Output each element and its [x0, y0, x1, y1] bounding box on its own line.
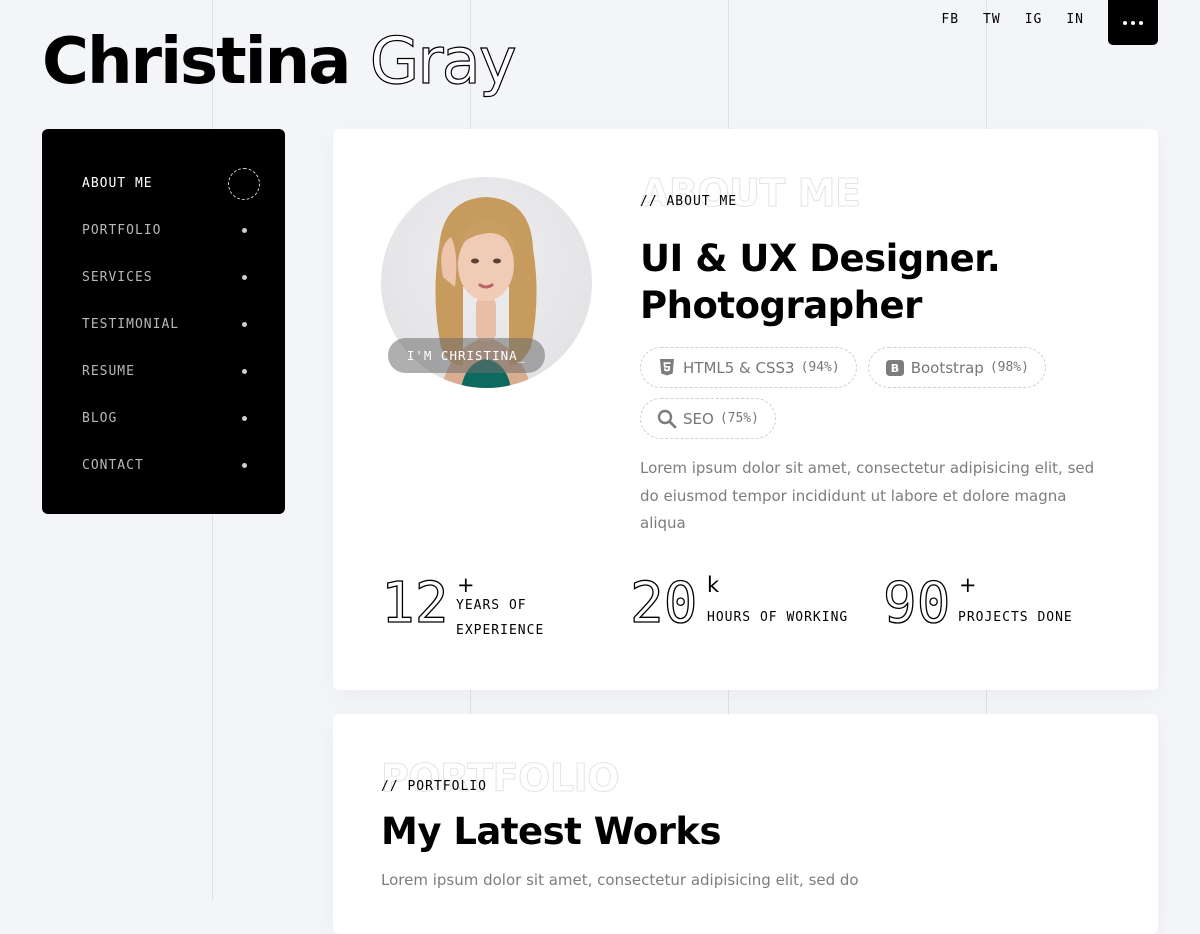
portfolio-section: PORTFOLIO // PORTFOLIO My Latest Works L…: [333, 714, 1158, 934]
linkedin-link[interactable]: IN: [1066, 12, 1084, 27]
about-section: I'M CHRISTINA_ ABOUT ME // ABOUT ME UI &…: [333, 129, 1158, 690]
nav-item-label: RESUME: [82, 364, 135, 379]
photo-caption: I'M CHRISTINA_: [388, 338, 545, 373]
about-title-line: UI & UX Designer.: [640, 237, 1001, 280]
nav-item-resume[interactable]: RESUME: [42, 348, 285, 395]
dot-icon: [242, 369, 247, 374]
skill-level: (94%): [800, 360, 840, 375]
stat-label: EXPERIENCE: [456, 623, 545, 638]
nav-item-about-me[interactable]: ABOUT ME: [42, 160, 285, 207]
dots-menu-icon: [1123, 20, 1127, 25]
dot-icon: [242, 463, 247, 468]
page: { "brand": { "first_name": "Christina", …: [0, 0, 1200, 934]
stat-label: YEARS OF: [456, 598, 527, 613]
nav-item-contact[interactable]: CONTACT: [42, 442, 285, 489]
stat-symbol: k: [707, 573, 720, 597]
skill-level: (75%): [719, 411, 759, 426]
social-links: FB TW IG IN: [941, 12, 1084, 27]
instagram-link[interactable]: IG: [1025, 12, 1043, 27]
stat-number: 12: [380, 570, 449, 636]
logo-first-name: Christina: [42, 25, 351, 99]
nav-item-label: BLOG: [82, 411, 118, 426]
nav-item-blog[interactable]: BLOG: [42, 395, 285, 442]
dot-icon: [242, 275, 247, 280]
portfolio-description: Lorem ipsum dolor sit amet, consectetur …: [381, 871, 859, 889]
stat-label: PROJECTS DONE: [958, 610, 1073, 625]
stat-label: HOURS OF WORKING: [707, 610, 849, 625]
nav-item-label: CONTACT: [82, 458, 144, 473]
about-subtitle: // ABOUT ME: [640, 194, 738, 209]
svg-text:B: B: [891, 362, 899, 375]
about-description: Lorem ipsum dolor sit amet, consectetur …: [640, 459, 1095, 532]
skill-tag-html5: HTML5 & CSS3 (94%): [640, 347, 857, 388]
skill-tag-bootstrap: B Bootstrap (98%): [867, 347, 1046, 388]
about-title-line: Photographer: [640, 284, 922, 327]
stat-symbol: +: [959, 573, 977, 597]
logo-last-name: Gray: [369, 24, 517, 99]
portfolio-title: My Latest Works: [381, 810, 722, 853]
skill-tag-seo: SEO (75%): [640, 398, 776, 439]
bootstrap-icon: B: [885, 358, 905, 378]
sidebar-nav: ABOUT ME PORTFOLIO SERVICES TESTIMONIAL …: [42, 129, 285, 514]
stat-number: 20: [629, 570, 698, 636]
dot-icon: [242, 228, 247, 233]
html5-icon: [657, 358, 677, 378]
search-icon: [657, 409, 677, 429]
nav-item-portfolio[interactable]: PORTFOLIO: [42, 207, 285, 254]
nav-item-label: ABOUT ME: [82, 176, 153, 191]
skill-name: HTML5 & CSS3: [683, 358, 795, 377]
site-logo[interactable]: Christina Gray: [42, 22, 517, 102]
twitter-link[interactable]: TW: [983, 12, 1001, 27]
nav-item-label: PORTFOLIO: [82, 223, 162, 238]
nav-item-services[interactable]: SERVICES: [42, 254, 285, 301]
skills-list: HTML5 & CSS3 (94%) B Bootstrap (98%) SEO…: [640, 347, 1070, 439]
skill-name: Bootstrap: [910, 358, 984, 377]
about-title: UI & UX Designer. Photographer: [640, 235, 1001, 329]
skill-level: (98%): [989, 360, 1029, 375]
facebook-link[interactable]: FB: [941, 12, 959, 27]
dot-icon: [242, 322, 247, 327]
menu-button[interactable]: [1108, 0, 1158, 45]
stat-number: 90: [882, 570, 951, 636]
nav-item-label: SERVICES: [82, 270, 153, 285]
active-indicator-icon: [228, 167, 260, 200]
nav-item-label: TESTIMONIAL: [82, 317, 180, 332]
skill-name: SEO: [683, 409, 714, 428]
nav-item-testimonial[interactable]: TESTIMONIAL: [42, 301, 285, 348]
dots-menu-icon: [1139, 20, 1143, 25]
dot-icon: [242, 416, 247, 421]
dots-menu-icon: [1131, 20, 1135, 25]
portfolio-subtitle: // PORTFOLIO: [381, 779, 487, 794]
